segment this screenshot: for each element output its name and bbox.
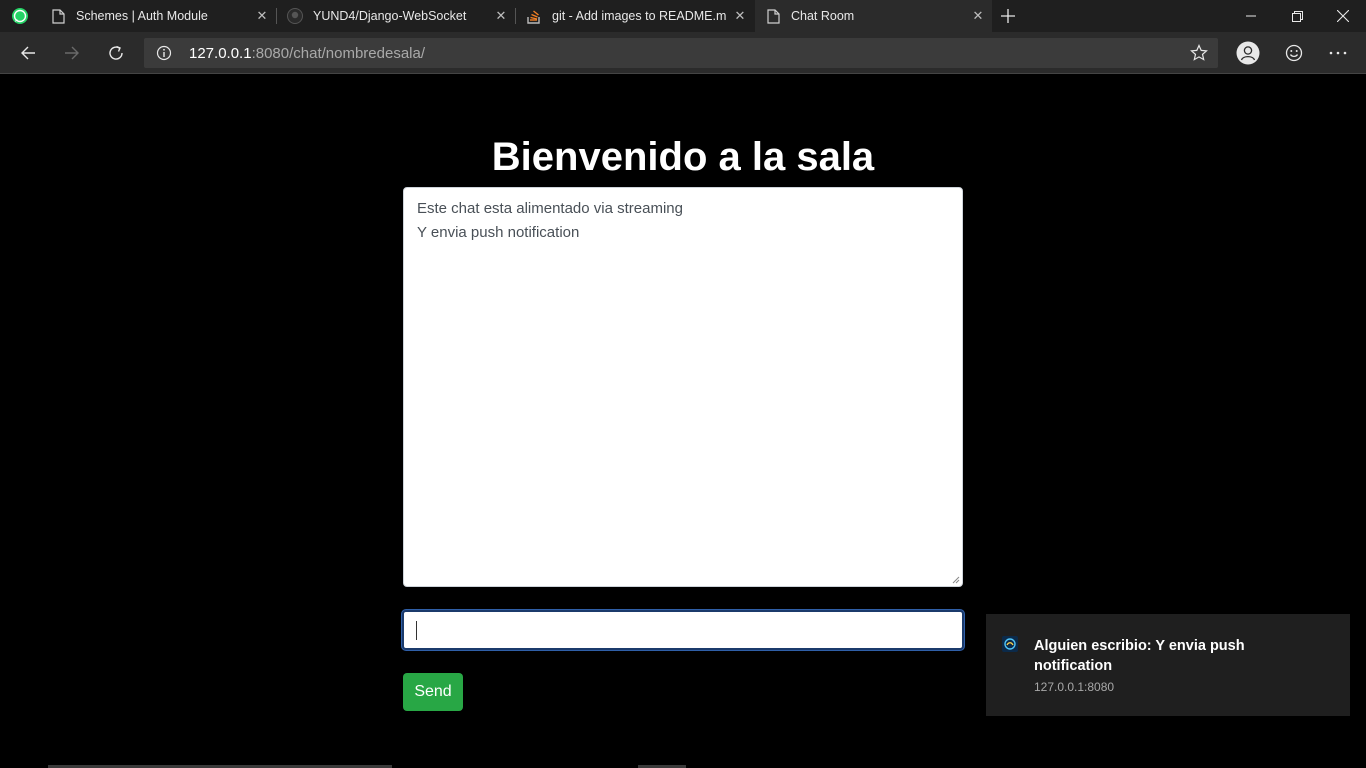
tab-close-button[interactable]: ✕	[248, 0, 276, 32]
send-button[interactable]: Send	[403, 673, 463, 711]
star-icon[interactable]	[1190, 44, 1208, 62]
tab-chat-room[interactable]: Chat Room ✕	[755, 0, 992, 32]
close-window-button[interactable]	[1320, 0, 1366, 32]
tab-schemes[interactable]: Schemes | Auth Module ✕	[40, 0, 276, 32]
new-tab-button[interactable]	[992, 0, 1024, 32]
tab-title: YUND4/Django-WebSocket	[313, 9, 467, 23]
resize-grip-icon[interactable]	[950, 574, 960, 584]
back-arrow-icon	[21, 46, 35, 60]
address-bar[interactable]: 127.0.0.1:8080/chat/nombredesala/	[144, 38, 1218, 68]
restore-button[interactable]	[1274, 0, 1320, 32]
chat-log-line: Este chat esta alimentado via streaming	[417, 200, 683, 217]
tab-strip: Schemes | Auth Module ✕ YUND4/Django-Web…	[0, 0, 1366, 32]
url-text[interactable]: 127.0.0.1:8080/chat/nombredesala/	[189, 45, 425, 62]
feedback-button[interactable]	[1278, 37, 1310, 69]
back-button[interactable]	[12, 37, 44, 69]
forward-button[interactable]	[56, 37, 88, 69]
plus-icon	[1001, 9, 1015, 23]
pinned-tab-whatsapp[interactable]	[0, 0, 40, 32]
smiley-icon	[1285, 44, 1303, 62]
tab-github[interactable]: YUND4/Django-WebSocket ✕	[277, 0, 515, 32]
tab-title: git - Add images to README.md	[552, 9, 726, 23]
minimize-button[interactable]	[1228, 0, 1274, 32]
restore-icon	[1291, 10, 1303, 22]
tab-close-button[interactable]: ✕	[726, 0, 754, 32]
page-icon	[765, 8, 781, 24]
avatar-icon	[1236, 41, 1260, 65]
notification-source: 127.0.0.1:8080	[1034, 680, 1115, 694]
minimize-icon	[1246, 15, 1256, 17]
tab-close-button[interactable]: ✕	[487, 0, 515, 32]
push-notification[interactable]: Alguien escribio: Y envia push notificat…	[986, 614, 1350, 716]
browser-toolbar: 127.0.0.1:8080/chat/nombredesala/	[0, 32, 1366, 74]
profile-button[interactable]	[1232, 37, 1264, 69]
tab-title: Schemes | Auth Module	[76, 9, 208, 23]
url-host: 127.0.0.1	[189, 45, 252, 62]
chat-log-line: Y envia push notification	[417, 224, 580, 241]
tab-stackoverflow[interactable]: git - Add images to README.md ✕	[516, 0, 754, 32]
app-icon	[1002, 636, 1018, 652]
tab-close-button[interactable]: ✕	[964, 0, 992, 32]
close-icon	[1337, 10, 1349, 22]
notification-title: Alguien escribio: Y envia push notificat…	[1034, 638, 1245, 674]
github-icon	[287, 8, 303, 24]
more-menu-button[interactable]	[1322, 37, 1354, 69]
url-path: :8080/chat/nombredesala/	[251, 45, 426, 62]
page-title: Bienvenido a la sala	[491, 135, 875, 179]
page-icon	[50, 8, 66, 24]
text-caret	[416, 621, 417, 640]
tab-title: Chat Room	[791, 9, 855, 23]
refresh-icon	[109, 45, 123, 60]
info-icon[interactable]	[156, 45, 172, 61]
chat-log-textarea[interactable]: Este chat esta alimentado via streaming …	[403, 187, 963, 587]
refresh-button[interactable]	[100, 37, 132, 69]
whatsapp-icon	[12, 8, 28, 24]
message-input[interactable]	[402, 610, 964, 650]
forward-arrow-icon	[65, 46, 79, 60]
stackoverflow-icon	[526, 8, 542, 24]
ellipsis-icon	[1329, 51, 1347, 55]
